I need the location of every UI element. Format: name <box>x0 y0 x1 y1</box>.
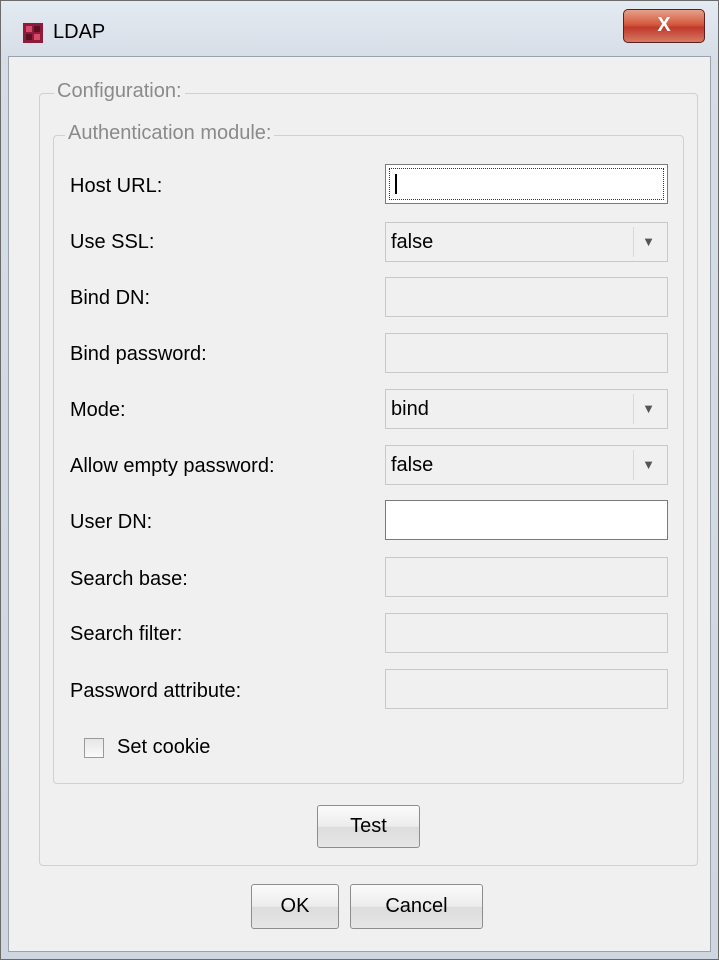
search-filter-label: Search filter: <box>70 623 183 645</box>
test-button-label: Test <box>350 815 387 837</box>
ok-button-label: OK <box>280 895 310 917</box>
cancel-button-label: Cancel <box>385 895 448 917</box>
set-cookie-label[interactable]: Set cookie <box>117 736 210 759</box>
chevron-down-icon[interactable]: ▼ <box>633 450 663 480</box>
user-dn-label: User DN: <box>70 511 153 533</box>
test-button[interactable]: Test <box>317 805 420 848</box>
use-ssl-value: false <box>391 231 434 253</box>
search-filter-input[interactable] <box>385 613 668 653</box>
ldap-dialog-window: LDAP X Configuration: Authentication mod… <box>0 0 719 960</box>
text-caret <box>395 174 397 194</box>
allow-empty-password-select[interactable]: false ▼ <box>385 445 668 485</box>
mode-value: bind <box>391 398 429 420</box>
allow-empty-password-value: false <box>391 454 434 476</box>
mode-label: Mode: <box>70 399 126 421</box>
cancel-button[interactable]: Cancel <box>350 884 483 929</box>
password-attribute-label: Password attribute: <box>70 680 242 702</box>
search-base-input[interactable] <box>385 557 668 597</box>
host-url-input[interactable] <box>385 164 668 204</box>
bind-password-label: Bind password: <box>70 343 207 365</box>
close-icon: X <box>657 14 671 36</box>
user-dn-input[interactable] <box>385 500 668 540</box>
bind-password-input[interactable] <box>385 333 668 373</box>
allow-empty-password-label: Allow empty password: <box>70 455 275 477</box>
set-cookie-checkbox[interactable] <box>84 738 104 758</box>
close-button[interactable]: X <box>623 9 705 43</box>
chevron-down-icon[interactable]: ▼ <box>633 227 663 257</box>
use-ssl-select[interactable]: false ▼ <box>385 222 668 262</box>
password-attribute-input[interactable] <box>385 669 668 709</box>
search-base-label: Search base: <box>70 568 188 590</box>
ldap-app-icon <box>23 23 43 43</box>
mode-select[interactable]: bind ▼ <box>385 389 668 429</box>
bind-dn-input[interactable] <box>385 277 668 317</box>
authentication-module-legend: Authentication module: <box>65 122 275 145</box>
configuration-legend: Configuration: <box>54 80 185 103</box>
title-bar[interactable]: LDAP X <box>1 1 718 63</box>
window-title: LDAP <box>53 21 106 43</box>
bind-dn-label: Bind DN: <box>70 287 151 309</box>
ok-button[interactable]: OK <box>251 884 339 929</box>
chevron-down-icon[interactable]: ▼ <box>633 394 663 424</box>
use-ssl-label: Use SSL: <box>70 231 155 253</box>
host-url-label: Host URL: <box>70 175 163 197</box>
